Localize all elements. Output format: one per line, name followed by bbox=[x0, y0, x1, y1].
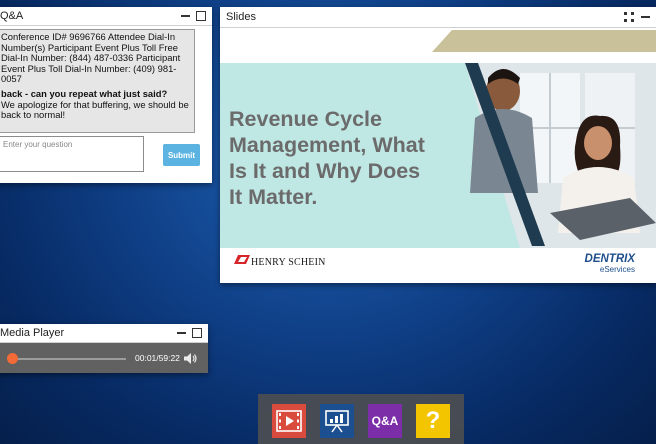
minimize-button[interactable] bbox=[180, 11, 190, 21]
bottom-dock: Q&A ? bbox=[258, 394, 464, 444]
minimize-icon bbox=[176, 332, 186, 334]
presentation-slide: Revenue Cycle Management, What Is It and… bbox=[220, 28, 656, 283]
slides-titlebar[interactable]: Slides bbox=[220, 7, 656, 28]
slides-panel: Slides Revenue Cycle Management, What Is… bbox=[220, 7, 656, 283]
fullscreen-button[interactable] bbox=[624, 12, 634, 22]
media-player-button[interactable] bbox=[272, 404, 306, 438]
maximize-button[interactable] bbox=[196, 11, 206, 21]
question-input[interactable]: Enter your question bbox=[0, 136, 144, 172]
media-time: 00:01/59:22 bbox=[135, 353, 180, 363]
qa-message-answer: We apologize for that buffering, we shou… bbox=[1, 98, 189, 121]
maximize-icon bbox=[192, 328, 202, 338]
qa-icon: Q&A bbox=[371, 414, 399, 428]
qa-titlebar[interactable]: Q&A bbox=[0, 7, 212, 26]
presentation-icon bbox=[325, 410, 349, 433]
qa-button[interactable]: Q&A bbox=[368, 404, 402, 438]
help-button[interactable]: ? bbox=[416, 404, 450, 438]
submit-button[interactable]: Submit bbox=[163, 144, 200, 166]
slides-button[interactable] bbox=[320, 404, 354, 438]
dentrix-logo: DENTRIX eServices bbox=[584, 253, 635, 274]
minimize-icon bbox=[180, 15, 190, 17]
media-title: Media Player bbox=[0, 327, 65, 339]
seek-track[interactable] bbox=[8, 358, 126, 360]
video-icon bbox=[276, 410, 302, 432]
qa-message-question: back - can you repeat what just said? bbox=[1, 87, 168, 99]
help-icon: ? bbox=[425, 407, 441, 434]
media-controls: 00:01/59:22 bbox=[0, 344, 208, 373]
minimize-icon bbox=[640, 16, 650, 18]
qa-message-dialin: Conference ID# 9696766 Attendee Dial-In … bbox=[1, 31, 181, 85]
maximize-icon bbox=[196, 11, 206, 21]
maximize-button[interactable] bbox=[192, 328, 202, 338]
slide-title: Revenue Cycle Management, What Is It and… bbox=[229, 107, 425, 209]
minimize-button[interactable] bbox=[640, 12, 650, 22]
media-player-panel: Media Player 00:01/59:22 bbox=[0, 324, 208, 373]
henry-schein-logo: HENRY SCHEIN bbox=[251, 257, 326, 268]
volume-icon[interactable] bbox=[184, 353, 197, 364]
qa-title: Q&A bbox=[0, 10, 24, 22]
qa-message-log[interactable]: Conference ID# 9696766 Attendee Dial-In … bbox=[0, 29, 195, 133]
qa-panel: Q&A Conference ID# 9696766 Attendee Dial… bbox=[0, 7, 212, 183]
slides-title: Slides bbox=[226, 11, 256, 23]
seek-handle[interactable] bbox=[7, 353, 18, 364]
minimize-button[interactable] bbox=[176, 328, 186, 338]
media-titlebar[interactable]: Media Player bbox=[0, 324, 208, 343]
fullscreen-icon bbox=[624, 12, 634, 22]
